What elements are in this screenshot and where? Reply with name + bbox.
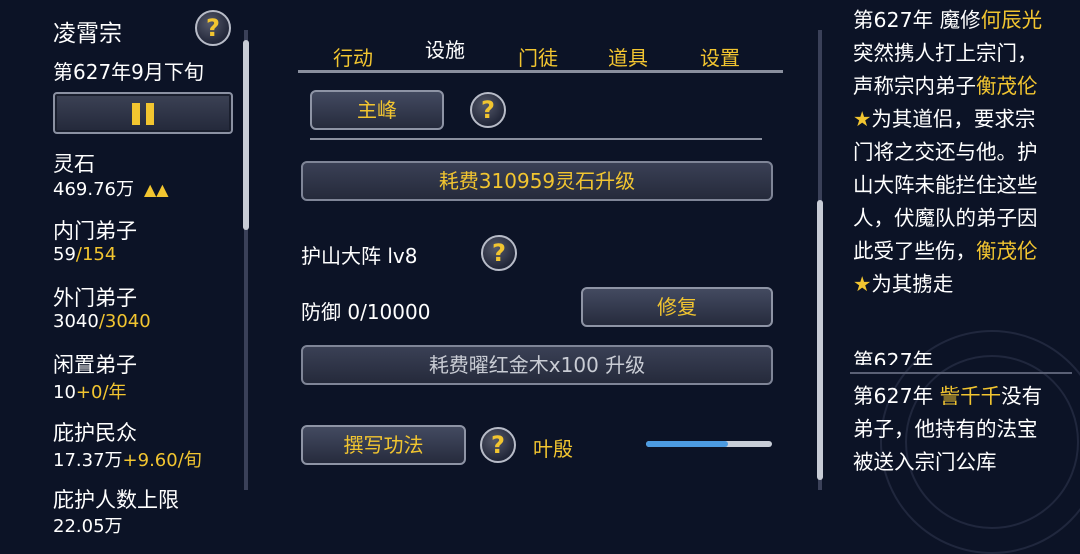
upgrade-main-peak-button[interactable]: 耗费310959灵石升级 <box>301 161 773 201</box>
stat-value-extra: +0/年 <box>75 382 127 403</box>
tab-underline <box>298 70 783 73</box>
sidebar-scroll-thumb[interactable] <box>243 40 249 230</box>
stat-value: 17.37万 <box>53 450 123 471</box>
stat-label-protected-people: 庇护民众 <box>53 421 137 445</box>
stat-label-inner-disciples: 内门弟子 <box>53 219 137 243</box>
stat-label-spirit-stone: 灵石 <box>53 152 95 176</box>
tab-actions[interactable]: 行动 <box>333 42 373 71</box>
facility-scroll-thumb[interactable] <box>817 200 823 480</box>
help-icon[interactable]: ? <box>470 92 506 128</box>
log-entry: 第627年 魔修何辰光突然携人打上宗门，声称宗内弟子衡茂伦★为其道侣，要求宗门将… <box>853 4 1053 301</box>
log-text-segment: 第627年 <box>853 384 940 408</box>
stat-value-protected-people: 17.37万+9.60/旬 <box>53 446 202 472</box>
stat-value-spirit-stone: 469.76万 ▲▲ <box>53 175 169 201</box>
repair-button[interactable]: 修复 <box>581 287 773 327</box>
stat-value-extra: +9.60/旬 <box>122 450 202 471</box>
game-date: 第627年9月下旬 <box>53 60 204 84</box>
log-highlight-name: 訾千千 <box>939 384 1002 408</box>
resource-sidebar: 凌霄宗 ? 第627年9月下旬 灵石 469.76万 ▲▲ 内门弟子 59/154… <box>0 0 250 537</box>
upgrade-array-button[interactable]: 耗费曜红金木x100 升级 <box>301 345 773 385</box>
sect-name: 凌霄宗 <box>53 21 122 47</box>
log-text-segment: 第627年 魔修 <box>853 8 981 32</box>
log-divider <box>850 372 1072 374</box>
tab-disciples[interactable]: 门徒 <box>518 42 558 71</box>
stat-value: 3040 <box>53 311 99 332</box>
log-text-segment: 为其掳走 <box>871 272 954 296</box>
stat-value: 469.76万 <box>53 179 134 200</box>
array-defense: 防御 0/10000 <box>301 300 431 324</box>
stat-value-extra: /3040 <box>98 311 151 332</box>
array-name: 护山大阵 lv8 <box>301 244 418 268</box>
log-entry-truncated: 第627年 <box>853 349 934 365</box>
stat-label-idle-disciples: 闲置弟子 <box>53 353 137 377</box>
stat-value: 10 <box>53 382 76 403</box>
help-icon[interactable]: ? <box>480 427 516 463</box>
stat-value-inner-disciples: 59/154 <box>53 244 116 265</box>
log-entry: 第627年 訾千千没有弟子，他持有的法宝被送入宗门公库 <box>853 380 1053 479</box>
pause-icon <box>132 103 140 125</box>
pause-button[interactable] <box>53 92 233 134</box>
write-progress-fill <box>646 441 728 447</box>
tab-settings[interactable]: 设置 <box>700 42 740 71</box>
stat-value: 59 <box>53 244 76 265</box>
write-skill-button[interactable]: 撰写功法 <box>301 425 466 465</box>
help-icon[interactable]: ? <box>195 10 231 46</box>
stat-label-outer-disciples: 外门弟子 <box>53 286 137 310</box>
event-log: 第627年 魔修何辰光突然携人打上宗门，声称宗内弟子衡茂伦★为其道侣，要求宗门将… <box>840 0 1080 520</box>
help-icon[interactable]: ? <box>481 235 517 271</box>
trend-up-icon: ▲▲ <box>143 180 169 199</box>
stat-label-protection-cap: 庇护人数上限 <box>53 488 179 512</box>
tab-items[interactable]: 道具 <box>608 42 648 71</box>
write-progress-bar <box>646 441 772 447</box>
divider <box>310 138 762 140</box>
stat-value-protection-cap: 22.05万 <box>53 516 123 537</box>
pause-icon <box>146 103 154 125</box>
stat-value-extra: /154 <box>75 244 117 265</box>
stat-value-idle-disciples: 10+0/年 <box>53 378 127 404</box>
stat-value-outer-disciples: 3040/3040 <box>53 311 151 332</box>
facility-panel: 行动 设施 门徒 道具 设置 主峰 ? 耗费310959灵石升级 护山大阵 lv… <box>268 0 813 520</box>
log-highlight-name: 何辰光 <box>980 8 1043 32</box>
main-peak-button[interactable]: 主峰 <box>310 90 444 130</box>
tab-facilities[interactable]: 设施 <box>425 34 465 63</box>
writer-name: 叶殷 <box>533 437 573 461</box>
